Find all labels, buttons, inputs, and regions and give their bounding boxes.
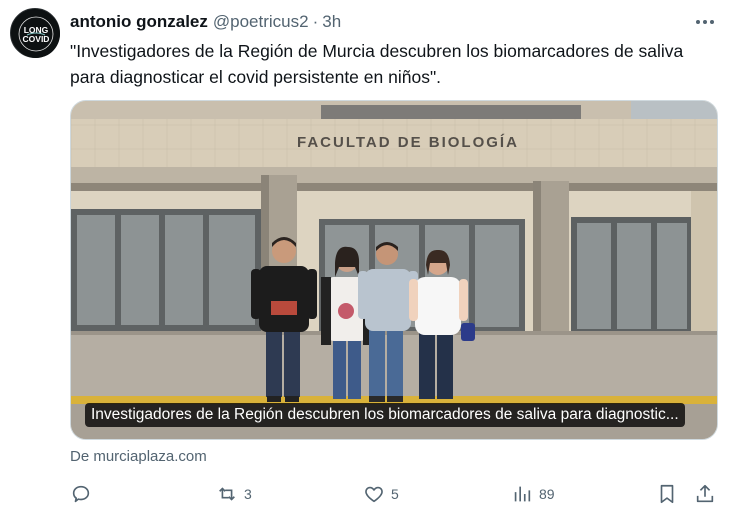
heart-icon: [365, 486, 383, 503]
tweet-actions: 3 5 89: [70, 478, 720, 510]
retweet-button[interactable]: 3: [216, 478, 252, 510]
avatar[interactable]: LONG COVID: [10, 8, 60, 58]
building-sign: FACULTAD DE BIOLOGÍA: [297, 134, 519, 151]
reply-icon: [72, 485, 90, 503]
share-icon: [696, 484, 714, 503]
link-card[interactable]: FACULTAD DE BIOLOGÍA Investigadores de l…: [70, 100, 718, 440]
views-count: 89: [539, 486, 555, 502]
author-name[interactable]: antonio gonzalez: [70, 12, 208, 32]
author-handle[interactable]: @poetricus2: [213, 12, 309, 32]
tweet-header: antonio gonzalez @poetricus2 · 3h: [70, 10, 724, 34]
timestamp[interactable]: 3h: [322, 12, 341, 32]
card-caption: Investigadores de la Región descubren lo…: [85, 403, 685, 427]
card-image: FACULTAD DE BIOLOGÍA: [71, 101, 717, 439]
bookmark-button[interactable]: [656, 478, 678, 510]
retweet-icon: [219, 487, 235, 501]
retweet-count: 3: [244, 486, 252, 502]
avatar-text-line2: COVID: [23, 34, 50, 44]
long-covid-logo: LONG COVID: [12, 10, 60, 58]
views-button[interactable]: 89: [511, 478, 555, 510]
share-button[interactable]: [694, 478, 716, 510]
bookmark-icon: [660, 484, 674, 504]
like-button[interactable]: 5: [363, 478, 399, 510]
more-dots-icon[interactable]: [692, 12, 718, 32]
tweet-text: "Investigadores de la Región de Murcia d…: [70, 41, 684, 87]
like-count: 5: [391, 486, 399, 502]
separator-dot: ·: [312, 12, 319, 31]
reply-button[interactable]: [70, 478, 92, 510]
views-icon: [514, 486, 531, 502]
card-source-link[interactable]: De murciaplaza.com: [70, 448, 207, 465]
